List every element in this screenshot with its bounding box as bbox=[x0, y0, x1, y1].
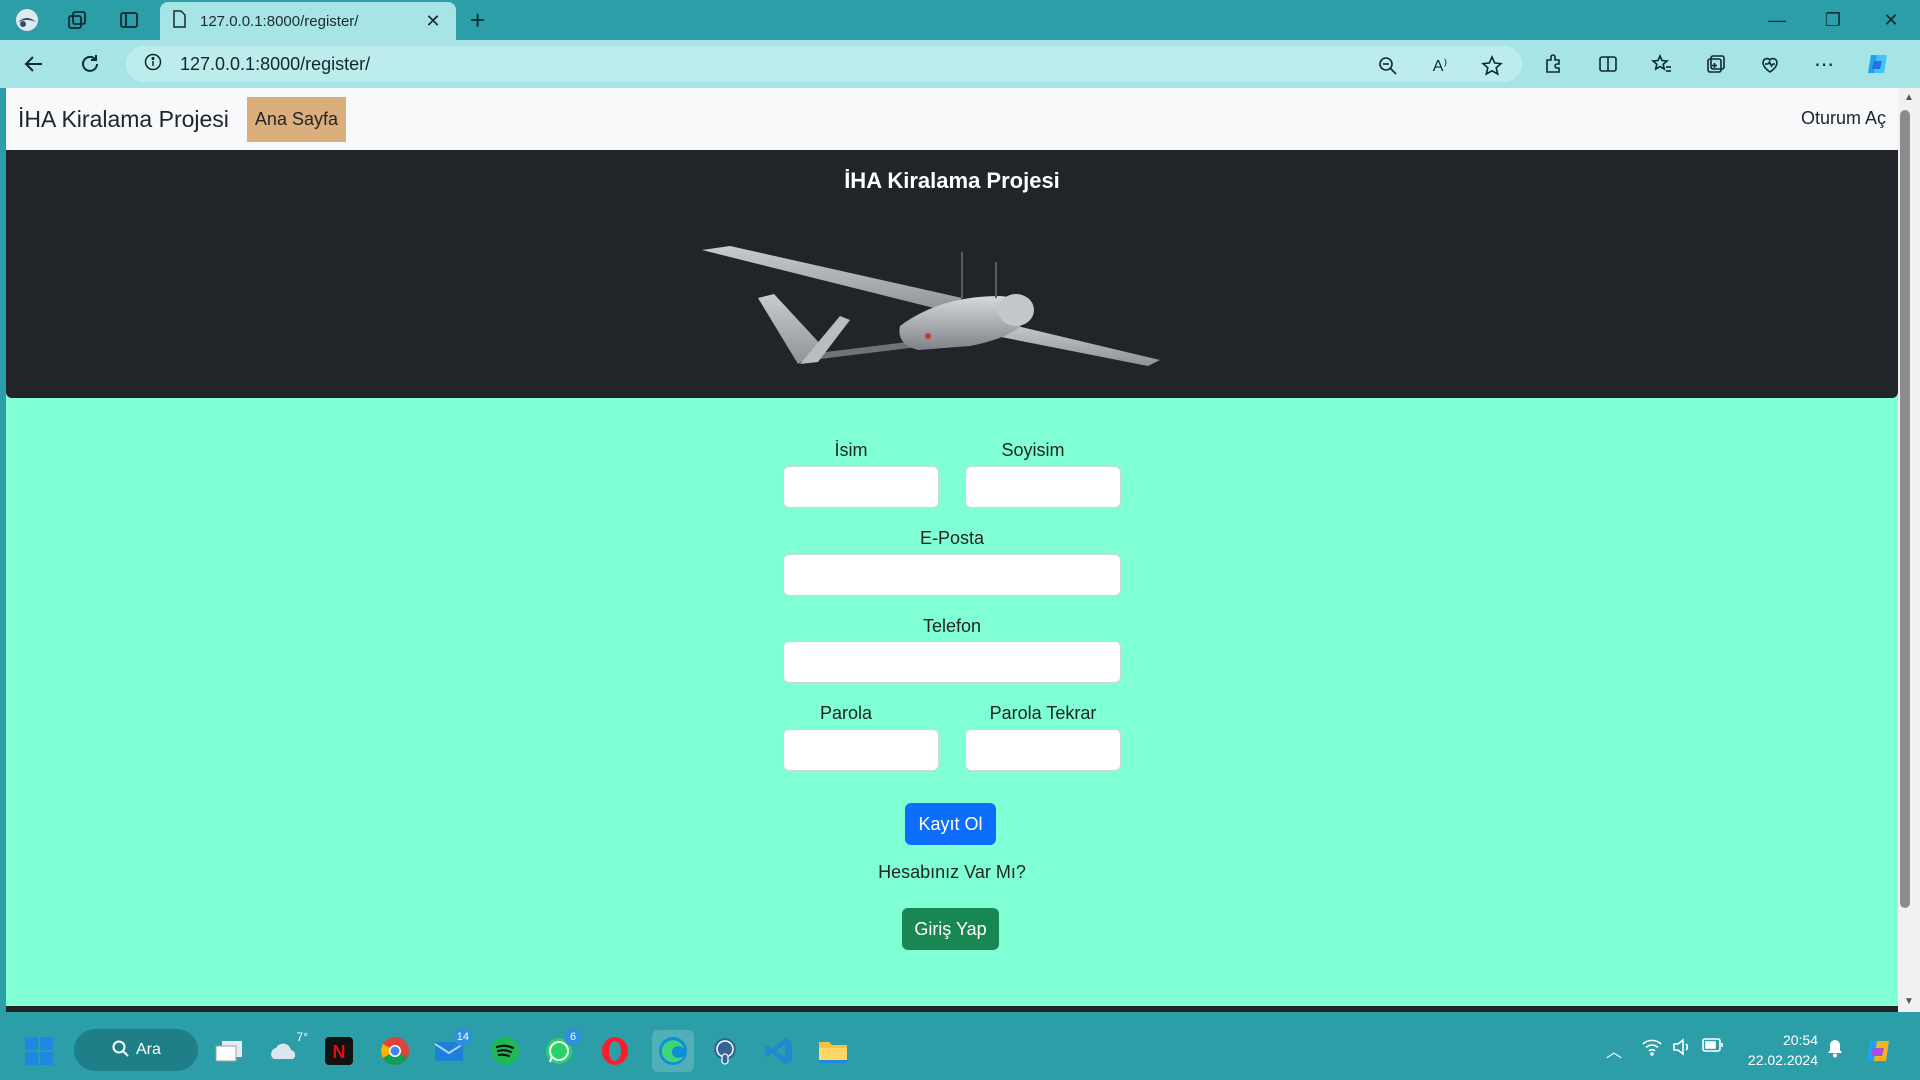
search-label: Ara bbox=[136, 1041, 161, 1058]
whatsapp-badge: 6 bbox=[564, 1028, 582, 1046]
first-name-input[interactable] bbox=[783, 466, 939, 508]
browser-essentials-icon[interactable] bbox=[1756, 50, 1784, 78]
zoom-icon[interactable] bbox=[1374, 52, 1402, 80]
whatsapp-icon[interactable]: 6 bbox=[542, 1028, 582, 1068]
tab-actions-icon[interactable] bbox=[116, 8, 142, 32]
email-label: E-Posta bbox=[919, 528, 985, 548]
close-window-icon[interactable]: ✕ bbox=[1876, 6, 1906, 34]
scroll-thumb[interactable] bbox=[1900, 110, 1910, 908]
phone-input[interactable] bbox=[783, 641, 1121, 683]
last-name-label: Soyisim bbox=[1001, 440, 1065, 460]
split-screen-icon[interactable] bbox=[1594, 50, 1622, 78]
mail-icon[interactable]: 14 bbox=[432, 1028, 472, 1068]
scroll-up-icon[interactable]: ▲ bbox=[1899, 92, 1919, 106]
more-icon[interactable]: ⋯ bbox=[1810, 50, 1838, 78]
page-viewport: İHA Kiralama Projesi Ana Sayfa Oturum Aç… bbox=[6, 88, 1898, 1012]
tab-title: 127.0.0.1:8000/register/ bbox=[200, 12, 359, 30]
password-input[interactable] bbox=[783, 729, 939, 771]
profile-icon[interactable] bbox=[14, 8, 40, 32]
battery-icon[interactable] bbox=[1702, 1038, 1724, 1057]
volume-icon[interactable] bbox=[1672, 1038, 1692, 1061]
extensions-icon[interactable] bbox=[1540, 50, 1568, 78]
read-aloud-icon[interactable]: A⁾ bbox=[1426, 52, 1454, 80]
password-repeat-label: Parola Tekrar bbox=[989, 703, 1097, 723]
email-input[interactable] bbox=[783, 554, 1121, 596]
windows-start-icon[interactable] bbox=[22, 1034, 56, 1068]
browser-titlebar: 127.0.0.1:8000/register/ ✕ + — ❐ ✕ bbox=[0, 0, 1920, 40]
active-tab[interactable]: 127.0.0.1:8000/register/ ✕ bbox=[160, 2, 456, 40]
clock-time: 20:54 bbox=[1782, 1032, 1818, 1048]
spotify-icon[interactable] bbox=[488, 1034, 522, 1068]
scroll-down-icon[interactable]: ▼ bbox=[1899, 996, 1919, 1010]
copilot-taskbar-icon[interactable] bbox=[1862, 1034, 1896, 1068]
vscode-icon[interactable] bbox=[762, 1034, 796, 1068]
page-icon bbox=[172, 9, 186, 33]
last-name-input[interactable] bbox=[965, 466, 1121, 508]
site-navbar: İHA Kiralama Projesi Ana Sayfa Oturum Aç bbox=[6, 88, 1898, 150]
copilot-icon[interactable] bbox=[1864, 50, 1892, 78]
favorites-icon[interactable] bbox=[1648, 50, 1676, 78]
chrome-icon[interactable] bbox=[378, 1034, 412, 1068]
mail-badge: 14 bbox=[453, 1028, 472, 1046]
nav-login-link[interactable]: Oturum Aç bbox=[1801, 108, 1886, 129]
password-repeat-input[interactable] bbox=[965, 729, 1121, 771]
system-clock[interactable]: 20:54 22.02.2024 bbox=[1748, 1030, 1818, 1070]
weather-temp: 7° bbox=[296, 1030, 308, 1044]
have-account-text: Hesabınız Var Mı? bbox=[878, 862, 1026, 882]
edge-icon[interactable] bbox=[652, 1030, 694, 1072]
windows-taskbar: Ara 7° N 14 6 ︿ 20:54 22.02.2024 bbox=[0, 1020, 1920, 1080]
weather-icon[interactable]: 7° bbox=[268, 1030, 308, 1068]
netflix-icon[interactable]: N bbox=[322, 1034, 356, 1068]
restore-icon[interactable]: ❐ bbox=[1818, 6, 1848, 34]
favorite-star-icon[interactable] bbox=[1478, 52, 1506, 80]
task-view-icon[interactable] bbox=[212, 1034, 246, 1068]
new-tab-button[interactable]: + bbox=[470, 6, 485, 34]
svg-text:N: N bbox=[333, 1042, 346, 1062]
tab-close-icon[interactable]: ✕ bbox=[422, 11, 444, 32]
drone-image bbox=[702, 246, 1160, 366]
page-footer-strip bbox=[6, 1006, 1898, 1012]
hero-title: İHA Kiralama Projesi bbox=[844, 168, 1060, 193]
nav-home-link[interactable]: Ana Sayfa bbox=[246, 96, 346, 142]
workspaces-icon[interactable] bbox=[64, 8, 90, 32]
minimize-icon[interactable]: — bbox=[1762, 6, 1792, 34]
show-hidden-icons-icon[interactable]: ︿ bbox=[1606, 1038, 1622, 1062]
register-button[interactable]: Kayıt Ol bbox=[905, 803, 996, 845]
postgres-icon[interactable] bbox=[708, 1034, 742, 1068]
clock-date: 22.02.2024 bbox=[1747, 1052, 1818, 1068]
taskbar-search[interactable]: Ara bbox=[74, 1029, 198, 1071]
search-icon bbox=[112, 1040, 130, 1063]
wifi-icon[interactable] bbox=[1642, 1038, 1662, 1061]
refresh-icon[interactable] bbox=[76, 50, 104, 78]
site-brand[interactable]: İHA Kiralama Projesi bbox=[18, 106, 229, 133]
login-button[interactable]: Giriş Yap bbox=[902, 908, 999, 950]
phone-label: Telefon bbox=[922, 616, 982, 636]
collections-icon[interactable] bbox=[1702, 50, 1730, 78]
notification-icon[interactable] bbox=[1826, 1038, 1844, 1063]
file-explorer-icon[interactable] bbox=[816, 1034, 850, 1068]
url-text: 127.0.0.1:8000/register/ bbox=[180, 53, 371, 74]
back-icon[interactable] bbox=[20, 50, 48, 78]
password-label: Parola bbox=[819, 703, 873, 723]
first-name-label: İsim bbox=[834, 440, 868, 460]
hero-banner: İHA Kiralama Projesi bbox=[6, 150, 1898, 398]
info-icon[interactable] bbox=[144, 53, 162, 76]
browser-toolbar: 127.0.0.1:8000/register/ A⁾ ⋯ bbox=[0, 40, 1920, 88]
opera-icon[interactable] bbox=[598, 1034, 632, 1068]
address-bar[interactable]: 127.0.0.1:8000/register/ A⁾ bbox=[126, 46, 1522, 82]
